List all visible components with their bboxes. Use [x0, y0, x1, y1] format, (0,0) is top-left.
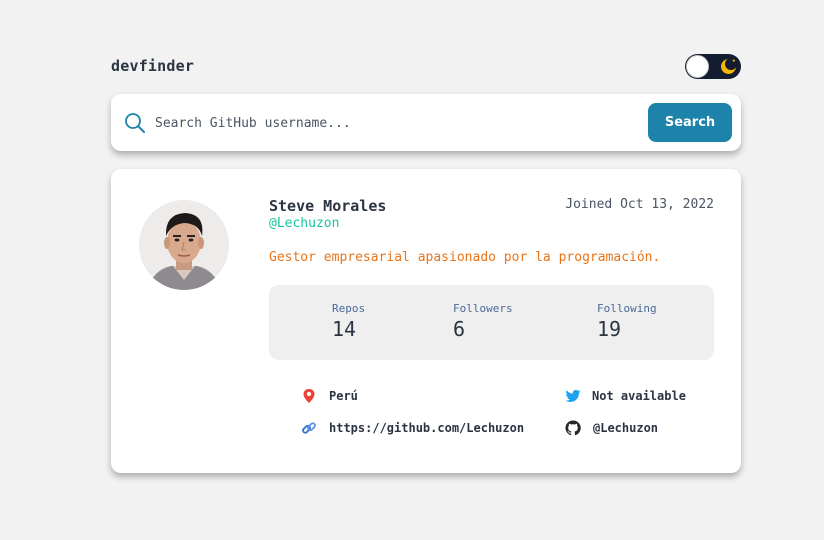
- stat-repos: Repos 14: [332, 302, 365, 341]
- location-item: Perú: [301, 388, 358, 404]
- stat-label: Repos: [332, 302, 366, 315]
- stats-panel: Repos 14 Followers 6 Following 19: [269, 285, 714, 360]
- stat-value: 19: [597, 317, 622, 341]
- location-text: Perú: [329, 389, 358, 403]
- profile-name: Steve Morales: [269, 197, 387, 215]
- app-logo: devfinder: [111, 57, 195, 75]
- twitter-item: Not available: [565, 388, 686, 404]
- twitter-icon: [565, 389, 581, 402]
- search-bar: Search: [111, 94, 741, 151]
- blog-item[interactable]: https://github.com/Lechuzon: [301, 420, 524, 436]
- search-icon: [125, 113, 145, 133]
- search-input[interactable]: [155, 108, 635, 138]
- profile-login-link[interactable]: @Lechuzon: [269, 216, 339, 231]
- avatar-photo: [139, 200, 229, 290]
- stat-following: Following 19: [597, 302, 657, 341]
- stat-label: Followers: [453, 302, 513, 315]
- company-text: @Lechuzon: [593, 421, 659, 435]
- stat-value: 14: [332, 317, 357, 341]
- toggle-knob: [686, 54, 709, 78]
- app-header: devfinder: [111, 52, 741, 80]
- stat-followers: Followers 6: [453, 302, 513, 341]
- profile-bio: Gestor empresarial apasionado por la pro…: [269, 250, 661, 265]
- github-icon: [565, 420, 581, 436]
- moon-icon: [721, 57, 737, 74]
- link-icon: [302, 422, 316, 434]
- search-button[interactable]: Search: [648, 103, 732, 142]
- twitter-text: Not available: [592, 389, 686, 403]
- avatar: [139, 200, 229, 290]
- blog-link[interactable]: https://github.com/Lechuzon: [329, 421, 524, 435]
- location-pin-icon: [303, 389, 315, 403]
- theme-toggle[interactable]: [685, 53, 741, 79]
- stat-label: Following: [597, 302, 657, 315]
- stat-value: 6: [453, 317, 466, 341]
- joined-date: Joined Oct 13, 2022: [565, 197, 714, 212]
- company-item: @Lechuzon: [565, 420, 658, 436]
- profile-card: Steve Morales @Lechuzon Joined Oct 13, 2…: [111, 169, 741, 473]
